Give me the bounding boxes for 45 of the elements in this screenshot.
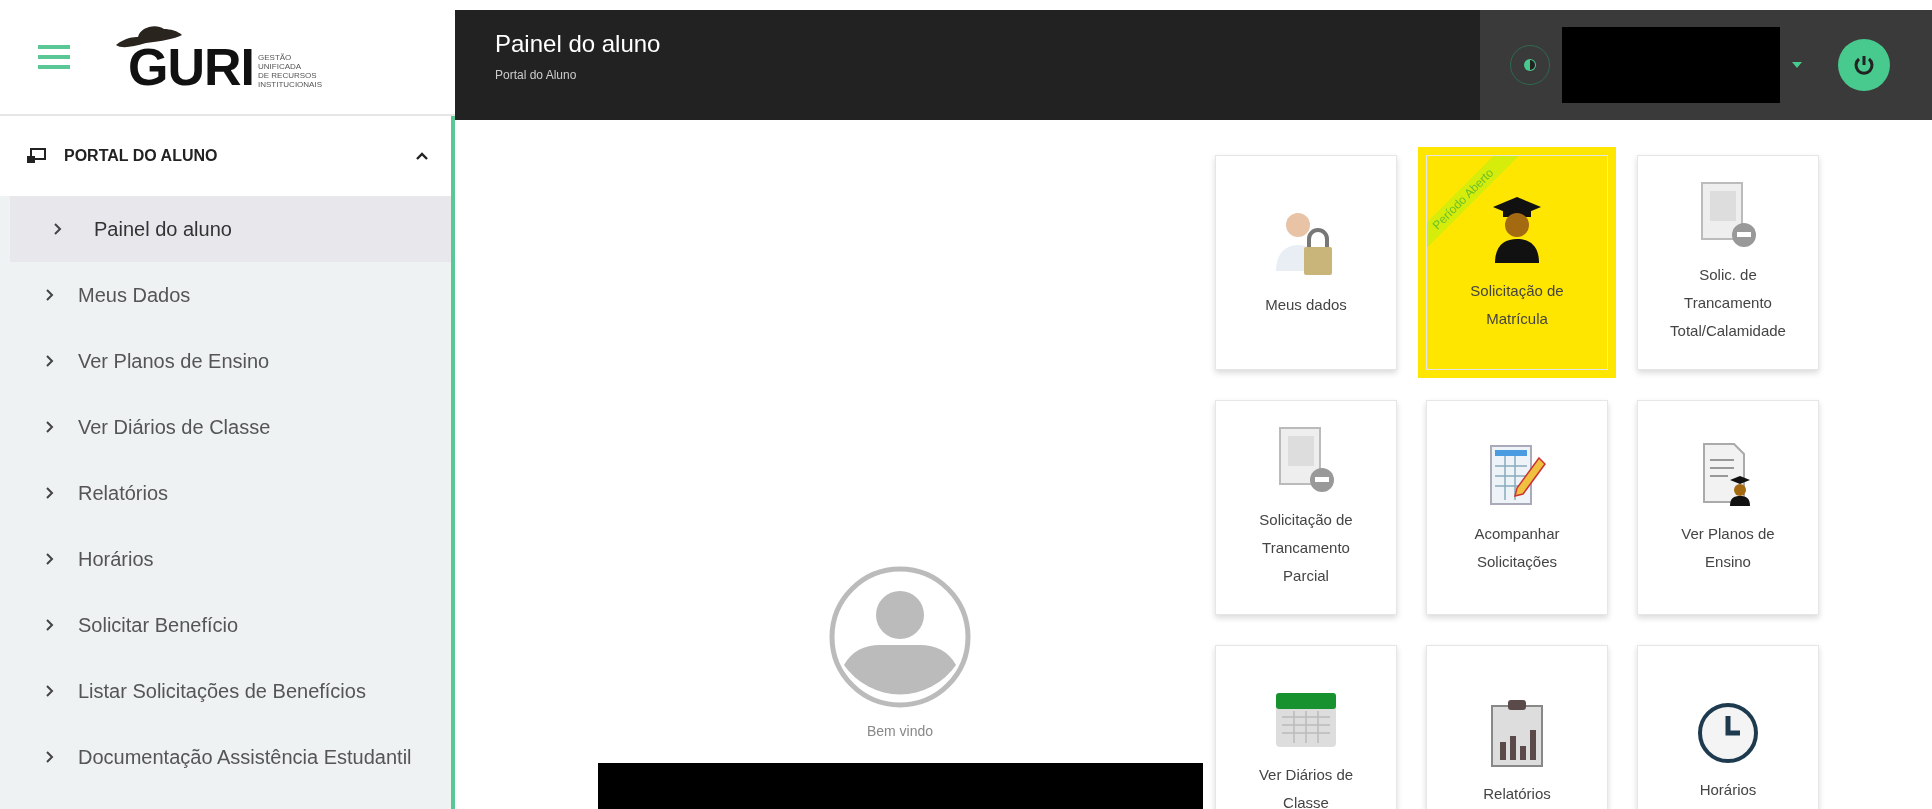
logo-tagline: INSTITUCIONAIS [258, 80, 322, 89]
logo-wordmark: GURI [128, 41, 254, 93]
menu-tile[interactable]: Relatórios [1426, 645, 1608, 809]
dropdown-caret-icon[interactable] [1792, 62, 1802, 68]
chevron-right-icon [54, 223, 62, 235]
sidebar-item[interactable]: Listar Solicitações de Benefícios [10, 658, 451, 724]
chevron-right-icon [46, 619, 54, 631]
chevron-right-icon [46, 289, 54, 301]
logout-button[interactable] [1838, 39, 1890, 91]
menu-tile[interactable]: Ver Diários de Classe [1215, 645, 1397, 809]
clock-icon [1697, 701, 1759, 764]
logo-tagline: GESTÃO [258, 53, 293, 62]
chevron-right-icon [46, 421, 54, 433]
sidebar-item[interactable]: Horários [10, 526, 451, 592]
menu-tile[interactable]: Ver Planos de Ensino [1637, 400, 1819, 615]
menu-tile[interactable]: Horários [1637, 645, 1819, 809]
sidebar-item[interactable]: Solicitar Benefício [10, 592, 451, 658]
menu-tile[interactable]: Solic. de Trancamento Total/Calamidade [1637, 155, 1819, 370]
sidebar-item[interactable]: Ver Planos de Ensino [10, 328, 451, 394]
chevron-right-icon [46, 751, 54, 763]
power-icon [1852, 53, 1876, 77]
page-subtitle: Portal do Aluno [495, 68, 578, 82]
chevron-right-icon [46, 553, 54, 565]
sidebar-item[interactable]: Painel do aluno [10, 196, 451, 262]
sidebar-item[interactable]: Documentação Assistência Estudantil [10, 724, 451, 790]
page-title: Painel do aluno [495, 30, 662, 58]
welcome-text: Bem vindo [866, 723, 934, 739]
contrast-icon [1523, 58, 1537, 72]
menu-tile[interactable]: Solicitação de Trancamento Parcial [1215, 400, 1397, 615]
sidebar-item[interactable]: Relatórios [10, 460, 451, 526]
menu-tile[interactable]: Acompanhar Solicitações [1426, 400, 1608, 615]
menu-tile[interactable]: Meus dados [1215, 155, 1397, 370]
sidebar-item[interactable]: Ver Diários de Classe [10, 394, 451, 460]
sidebar-item[interactable]: Meus Dados [10, 262, 451, 328]
avatar-icon [828, 565, 972, 709]
logo-tagline: DE RECURSOS [258, 71, 318, 80]
document-minus-icon [1698, 180, 1758, 249]
clipboard-chart-icon [1490, 697, 1544, 768]
document-minus-icon [1276, 425, 1336, 494]
chevron-right-icon [46, 355, 54, 367]
portal-section-header[interactable]: PORTAL DO ALUNO [0, 116, 451, 196]
monitor-icon [26, 148, 46, 164]
logo-tagline: UNIFICADA [258, 62, 303, 71]
chevron-right-icon [46, 487, 54, 499]
chevron-right-icon [46, 685, 54, 697]
